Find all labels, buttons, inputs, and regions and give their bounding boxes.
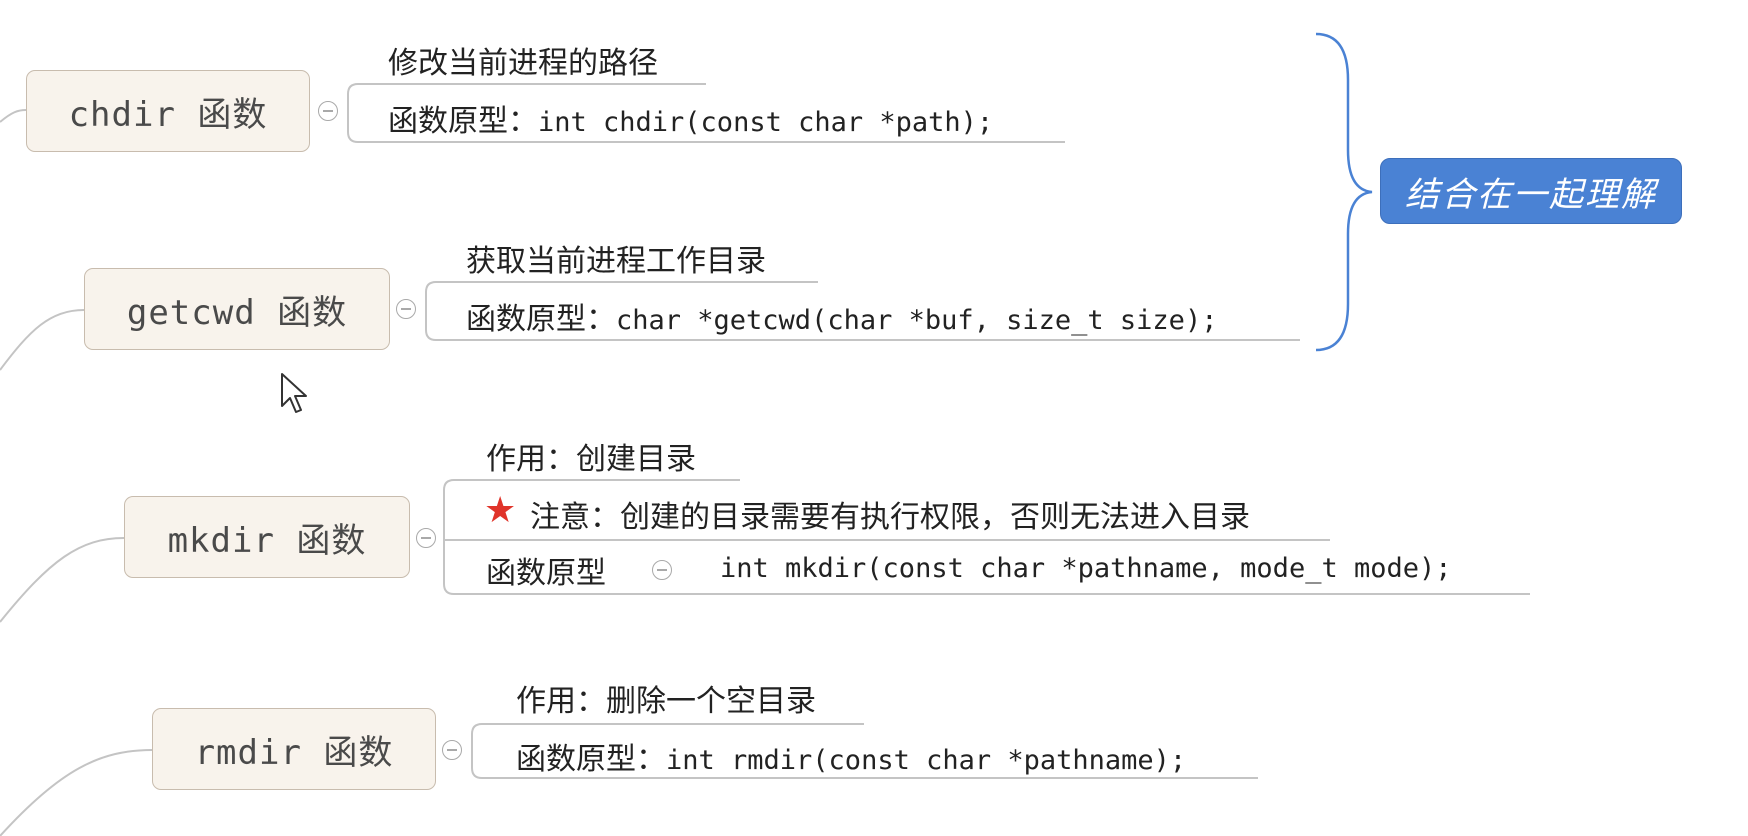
chdir-description: 修改当前进程的路径: [388, 46, 658, 81]
summary-brace: [1315, 32, 1373, 352]
mind-map-canvas: chdir 函数 修改当前进程的路径 函数原型：int chdir(const …: [0, 0, 1748, 836]
summary-node[interactable]: 结合在一起理解: [1380, 158, 1682, 224]
collapse-toggle-icon[interactable]: [416, 528, 436, 548]
getcwd-prototype: 函数原型：char *getcwd(char *buf, size_t size…: [466, 294, 1217, 338]
collapse-toggle-icon[interactable]: [442, 740, 462, 760]
getcwd-description: 获取当前进程工作目录: [466, 244, 766, 279]
topic-chdir[interactable]: chdir 函数: [26, 70, 310, 152]
branch-line-getcwd: [0, 309, 85, 371]
prototype-code: int chdir(const char *path);: [538, 107, 994, 138]
topic-rmdir[interactable]: rmdir 函数: [152, 708, 436, 790]
chdir-prototype: 函数原型：int chdir(const char *path);: [388, 96, 993, 140]
mkdir-note: 注意：创建的目录需要有执行权限，否则无法进入目录: [530, 500, 1250, 535]
collapse-toggle-icon[interactable]: [652, 560, 672, 580]
mkdir-prototype-label: 函数原型: [486, 556, 606, 591]
topic-mkdir[interactable]: mkdir 函数: [124, 496, 410, 578]
collapse-toggle-icon[interactable]: [318, 101, 338, 121]
prototype-label: 函数原型：: [516, 742, 666, 777]
collapse-toggle-icon[interactable]: [396, 299, 416, 319]
branch-line-chdir: [0, 109, 27, 123]
prototype-label: 函数原型：: [466, 302, 616, 337]
branch-line-mkdir: [0, 537, 125, 623]
mkdir-description: 作用：创建目录: [486, 442, 696, 477]
prototype-label: 函数原型：: [388, 104, 538, 139]
prototype-code: char *getcwd(char *buf, size_t size);: [616, 305, 1218, 336]
mouse-pointer-icon: [281, 373, 307, 413]
rmdir-description: 作用：删除一个空目录: [516, 684, 816, 719]
branch-line-rmdir: [0, 749, 153, 836]
topic-getcwd[interactable]: getcwd 函数: [84, 268, 390, 350]
rmdir-prototype: 函数原型：int rmdir(const char *pathname);: [516, 734, 1186, 778]
prototype-code: int rmdir(const char *pathname);: [666, 745, 1187, 776]
star-marker-icon: ★: [484, 490, 517, 531]
mkdir-prototype-code: int mkdir(const char *pathname, mode_t m…: [720, 553, 1452, 584]
